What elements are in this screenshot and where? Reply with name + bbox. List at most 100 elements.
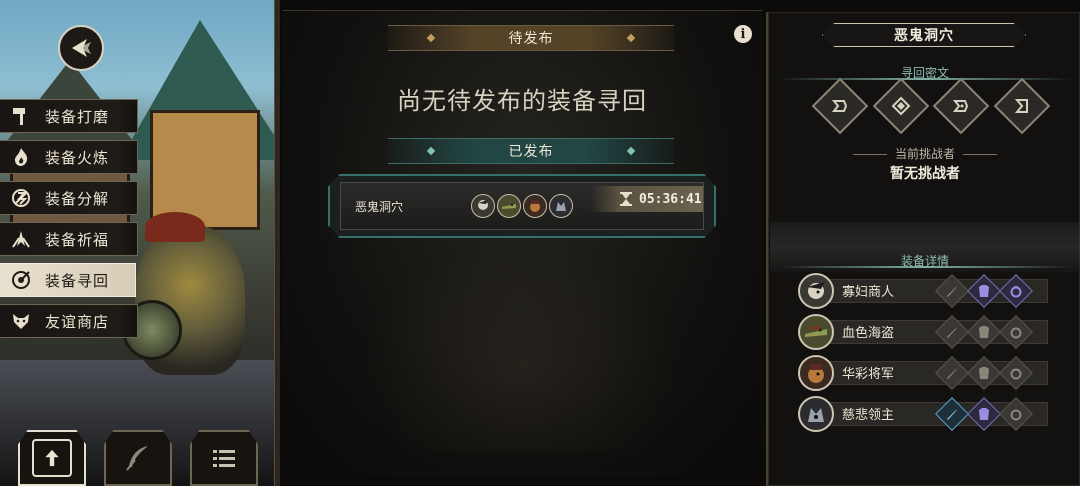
scene-divider xyxy=(274,0,280,486)
armor-slot[interactable] xyxy=(967,396,1001,431)
hourglass-icon xyxy=(620,192,632,206)
pending-header: 待发布 xyxy=(388,25,674,51)
sword-icon xyxy=(947,285,957,297)
rune-glyph-icon xyxy=(831,100,848,112)
equip-divider xyxy=(778,266,1072,268)
diamond-ornament-icon xyxy=(626,33,636,43)
side-menu: 装备打磨 装备火炼 装备分解 装备祈福 装备寻回 友谊商店 xyxy=(0,99,140,345)
countdown-timer: 05:36:41 xyxy=(591,186,703,212)
hero-hat xyxy=(145,212,205,242)
equipment-list: 寡妇商人 血色海盗 华彩将军 慈悲领主 xyxy=(798,272,1048,436)
armor-slot[interactable] xyxy=(967,314,1001,349)
rune-glyph-icon xyxy=(953,100,969,112)
countdown-value: 05:36:41 xyxy=(639,191,702,207)
feather-button[interactable] xyxy=(104,430,172,486)
published-header-label: 已发布 xyxy=(508,144,554,160)
lord-avatar xyxy=(549,194,573,218)
equipment-slots xyxy=(935,355,1033,390)
pending-header-label: 待发布 xyxy=(508,31,554,47)
menu-item-friend-shop[interactable]: 友谊商店 xyxy=(0,304,138,338)
challenger-value: 暂无挑战者 xyxy=(890,166,960,182)
equipment-owner-name: 慈悲领主 xyxy=(842,408,895,423)
menu-item-disassemble[interactable]: 装备分解 xyxy=(0,181,138,215)
rune-slot[interactable] xyxy=(993,77,1051,135)
weapon-slot[interactable] xyxy=(935,273,969,308)
equipment-owner-name: 寡妇商人 xyxy=(842,285,895,300)
card-body: 恶鬼洞穴 05:36:41 xyxy=(340,182,704,230)
lord-avatar xyxy=(798,395,834,432)
equipment-row[interactable]: 慈悲领主 xyxy=(798,395,1048,432)
published-retrieve-card[interactable]: 恶鬼洞穴 05:36:41 xyxy=(328,174,716,238)
ring-icon xyxy=(1010,327,1022,338)
back-arrow-icon xyxy=(72,39,91,57)
menu-label: 装备火炼 xyxy=(45,148,110,167)
rune-slot[interactable] xyxy=(811,77,869,135)
rune-slot[interactable] xyxy=(933,77,990,135)
disassemble-icon xyxy=(6,183,36,213)
widow-merchant-avatar xyxy=(471,194,495,218)
armor-icon xyxy=(979,407,989,420)
card-avatars xyxy=(471,194,573,218)
dungeon-title: 恶鬼洞穴 xyxy=(894,28,954,44)
list-button[interactable] xyxy=(190,430,258,486)
general-avatar xyxy=(523,194,547,218)
upload-arrow-icon xyxy=(45,449,59,467)
back-button[interactable] xyxy=(58,25,104,71)
info-icon[interactable]: i xyxy=(734,25,752,43)
menu-item-forge[interactable]: 装备火炼 xyxy=(0,140,138,174)
equipment-row[interactable]: 华彩将军 xyxy=(798,354,1048,391)
sword-icon xyxy=(947,326,957,338)
rune-glyph-icon xyxy=(891,96,911,116)
ring-slot[interactable] xyxy=(999,314,1033,349)
equipment-owner-name: 血色海盗 xyxy=(842,326,895,341)
challenger-header: 当前挑战者 xyxy=(768,145,1080,162)
equipment-owner-name: 华彩将军 xyxy=(842,367,895,382)
ring-slot[interactable] xyxy=(999,396,1033,431)
upload-frame xyxy=(32,439,72,477)
menu-item-polish[interactable]: 装备打磨 xyxy=(0,99,138,133)
equipment-slots xyxy=(935,273,1033,308)
menu-label: 装备祈福 xyxy=(45,230,110,249)
menu-label: 友谊商店 xyxy=(45,312,110,331)
weapon-slot[interactable] xyxy=(935,355,969,390)
ring-icon xyxy=(1010,285,1022,297)
dungeon-title-plate: 恶鬼洞穴 xyxy=(822,23,1026,47)
list-icon xyxy=(213,450,235,467)
menu-label: 装备打磨 xyxy=(45,107,110,126)
diamond-ornament-icon xyxy=(426,146,436,156)
ring-icon xyxy=(1010,409,1022,420)
fox-shop-icon xyxy=(6,306,36,336)
diamond-ornament-icon xyxy=(626,146,636,156)
rune-list xyxy=(811,77,1051,135)
dungeon-detail-panel: 恶鬼洞穴 寻回密文 当前挑战者 暂无挑战者 装备详情 寡妇商人 血色海盗 华彩将… xyxy=(766,12,1080,486)
retrieve-icon xyxy=(6,265,36,295)
published-header: 已发布 xyxy=(388,138,674,164)
hammer-icon xyxy=(6,101,36,131)
equipment-row[interactable]: 血色海盗 xyxy=(798,313,1048,350)
sword-icon xyxy=(947,367,957,379)
feather-icon xyxy=(126,446,148,471)
retrieve-center-panel: 待发布 i 尚无待发布的装备寻回 已发布 恶鬼洞穴 05:36:41 xyxy=(282,10,762,476)
equipment-slots xyxy=(935,396,1033,431)
pray-icon xyxy=(6,224,36,254)
weapon-slot[interactable] xyxy=(935,314,969,349)
armor-icon xyxy=(979,366,989,379)
equipment-row[interactable]: 寡妇商人 xyxy=(798,272,1048,309)
rune-slot[interactable] xyxy=(872,77,929,135)
ring-slot[interactable] xyxy=(999,355,1033,390)
widow-merchant-avatar xyxy=(798,272,834,309)
upload-button[interactable] xyxy=(18,430,86,486)
menu-label: 装备寻回 xyxy=(45,271,110,290)
challenger-header-label: 当前挑战者 xyxy=(894,147,955,161)
armor-icon xyxy=(979,325,989,338)
armor-slot[interactable] xyxy=(967,355,1001,390)
ring-slot[interactable] xyxy=(999,273,1033,308)
armor-slot[interactable] xyxy=(967,273,1001,308)
equipment-slots xyxy=(935,314,1033,349)
flame-icon xyxy=(6,142,36,172)
background-figures xyxy=(362,241,682,451)
crocodile-avatar xyxy=(497,194,521,218)
menu-item-pray[interactable]: 装备祈福 xyxy=(0,222,138,256)
menu-item-retrieve[interactable]: 装备寻回 xyxy=(0,263,136,297)
weapon-slot[interactable] xyxy=(935,396,969,431)
